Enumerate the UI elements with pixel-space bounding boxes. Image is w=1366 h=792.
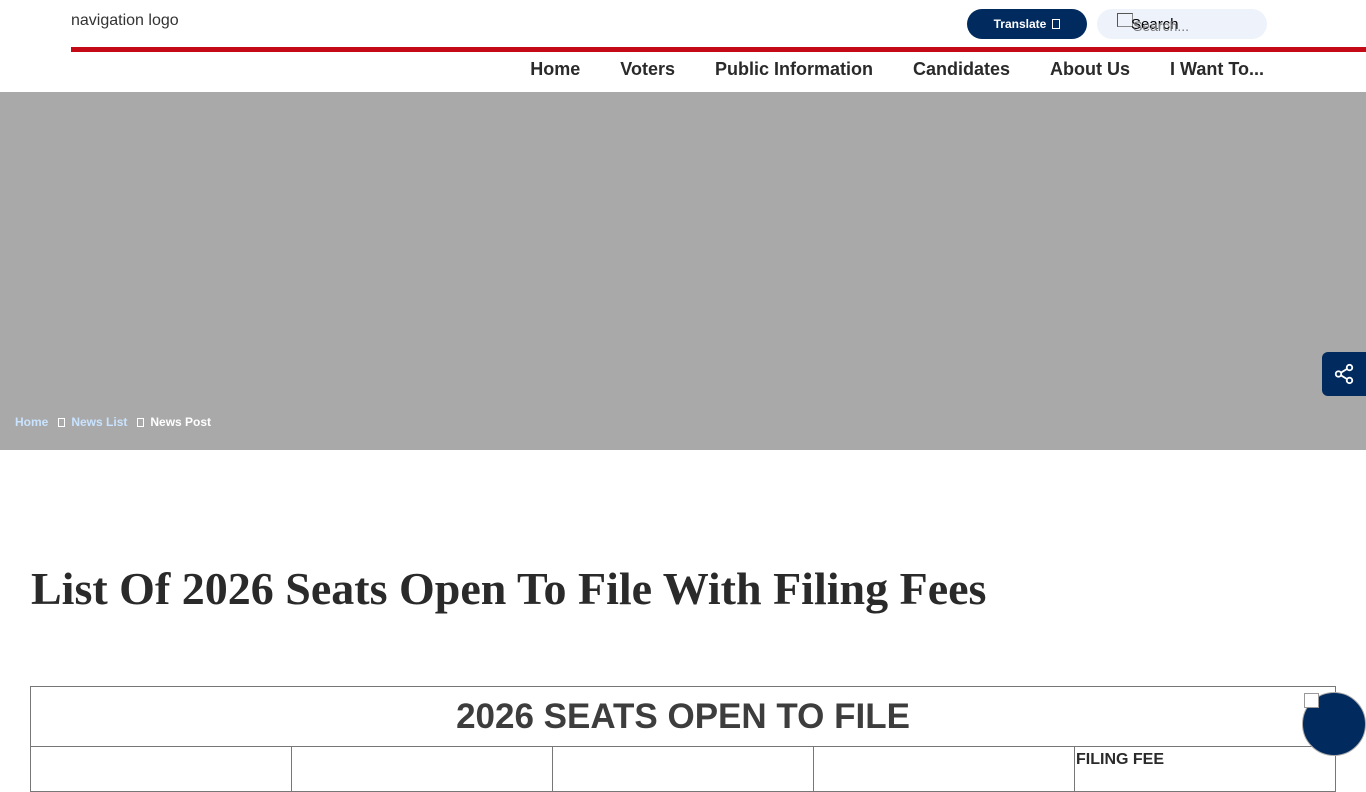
caret-icon [1052, 19, 1061, 29]
page-title: List Of 2026 Seats Open To File With Fil… [31, 563, 987, 614]
breadcrumb-home[interactable]: Home [15, 415, 48, 429]
table-header-filing-fee: FILING FEE [1074, 746, 1336, 792]
table-header-cell [30, 746, 292, 792]
share-icon [1334, 363, 1354, 385]
chat-widget-icon [1304, 693, 1319, 708]
breadcrumb-current: News Post [150, 415, 212, 429]
nav-item-home[interactable]: Home [530, 59, 580, 80]
navigation-logo[interactable]: navigation logo [71, 12, 179, 30]
breadcrumb-news-list[interactable]: News List [71, 415, 127, 429]
translate-label: Translate [993, 17, 1047, 31]
nav-item-voters[interactable]: Voters [620, 59, 675, 80]
breadcrumb: Home News List News Post [15, 415, 211, 429]
nav-item-i-want-to[interactable]: I Want To... [1170, 59, 1264, 80]
table-header-cell [552, 746, 814, 792]
seats-table: 2026 SEATS OPEN TO FILE FILING FEE [30, 686, 1336, 792]
table-header-cell [291, 746, 553, 792]
header-divider [71, 47, 1366, 52]
translate-button[interactable]: Translate [967, 9, 1087, 39]
search-box[interactable]: Search [1097, 9, 1267, 39]
hero-banner: Home News List News Post [0, 92, 1366, 450]
search-input[interactable] [1131, 15, 1255, 37]
table-title: 2026 SEATS OPEN TO FILE [30, 686, 1336, 747]
share-button[interactable] [1322, 352, 1366, 396]
nav-item-public-information[interactable]: Public Information [715, 59, 873, 80]
logo-alt-text: navigation logo [71, 12, 179, 29]
nav-item-candidates[interactable]: Candidates [913, 59, 1010, 80]
chevron-right-icon [137, 417, 145, 427]
table-header-cell [813, 746, 1075, 792]
main-navigation: Home Voters Public Information Candidate… [530, 59, 1264, 80]
nav-item-about-us[interactable]: About Us [1050, 59, 1130, 80]
chevron-right-icon [58, 417, 66, 427]
